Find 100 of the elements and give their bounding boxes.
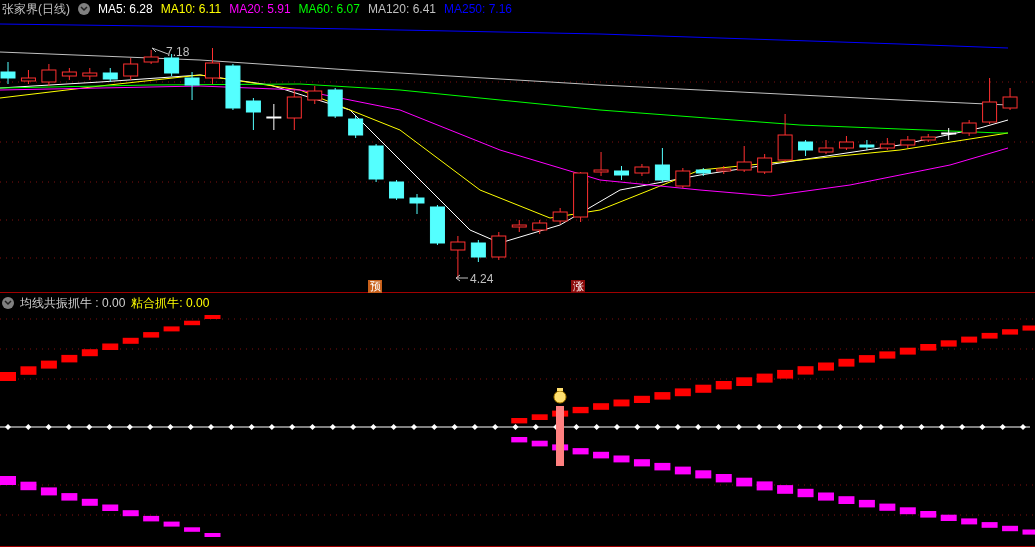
histogram-bar [163, 326, 180, 332]
candlestick [941, 127, 957, 141]
candlestick [573, 171, 589, 223]
candlestick [838, 135, 854, 151]
histogram-bar [143, 332, 160, 338]
histogram-bar [593, 451, 610, 459]
candlestick [102, 67, 118, 83]
dropdown-icon[interactable] [78, 3, 90, 15]
candlestick [348, 115, 364, 139]
histogram-bar [838, 358, 855, 367]
candlestick [389, 179, 405, 201]
histogram-bar [572, 448, 589, 455]
candlestick [368, 143, 384, 183]
candlestick [286, 89, 302, 131]
histogram-bar [184, 320, 201, 326]
histogram-bar [613, 399, 630, 407]
histogram-bar [797, 488, 814, 498]
candlestick [879, 137, 895, 151]
histogram-bar [143, 515, 160, 522]
histogram-bar [940, 514, 957, 521]
candlestick [225, 63, 241, 111]
moving-average-value: MA250: 7.16 [444, 3, 513, 15]
histogram-bar [1022, 325, 1035, 331]
histogram-bar [777, 369, 794, 379]
price-label: 4.24 [470, 272, 494, 286]
histogram-bar [204, 315, 221, 319]
histogram-bar [920, 511, 937, 518]
candlestick [818, 139, 834, 155]
price-label: 7.18 [166, 45, 190, 59]
histogram-bar [899, 507, 916, 515]
histogram-bar [695, 384, 712, 393]
signal-badge: 涨 [571, 280, 585, 293]
histogram-bar [940, 340, 957, 347]
histogram-bar [122, 510, 139, 517]
histogram-bar [61, 493, 78, 501]
histogram-bar [1002, 329, 1019, 335]
histogram-bar [81, 349, 98, 357]
histogram-bar [838, 496, 855, 504]
histogram-bar [81, 498, 98, 506]
histogram-bar [961, 336, 978, 343]
candlestick [20, 69, 36, 85]
candlestick [593, 151, 609, 177]
histogram-bar [654, 392, 671, 400]
histogram-bar [531, 440, 548, 447]
candlestick [491, 231, 507, 261]
histogram-bar [633, 395, 650, 403]
histogram-bar [20, 481, 37, 491]
histogram-bar [736, 477, 753, 487]
candlestick [409, 193, 425, 215]
histogram-bar [531, 414, 548, 420]
candlestick [184, 71, 200, 101]
candlestick [266, 103, 282, 131]
histogram-bar [818, 362, 834, 371]
leader-line [455, 274, 469, 282]
candlestick [675, 167, 691, 189]
moving-average-value: MA5: 6.28 [98, 3, 153, 15]
candlestick [695, 167, 711, 177]
histogram-bar [695, 470, 712, 479]
histogram-bar [961, 518, 978, 525]
indicator-value: 均线共振抓牛 : 0.00 [20, 297, 126, 309]
candlestick [982, 77, 998, 125]
dropdown-icon[interactable] [2, 297, 14, 309]
histogram-bar [184, 527, 201, 532]
histogram-bar [736, 377, 753, 386]
money-bag-icon [553, 388, 567, 404]
histogram-bar [879, 503, 896, 511]
candlestick [61, 67, 77, 81]
candlestick [736, 145, 752, 173]
histogram-bar [102, 343, 119, 350]
candlestick [634, 163, 650, 177]
histogram-bar [163, 521, 180, 527]
candlestick [614, 165, 629, 181]
candlestick [900, 135, 916, 149]
histogram-bar [1022, 529, 1035, 535]
candlestick [532, 219, 548, 235]
candlestick [41, 63, 57, 87]
histogram-bar [0, 372, 16, 381]
candlestick [143, 49, 159, 65]
histogram-bar [204, 533, 221, 537]
histogram-bar [674, 388, 691, 397]
moving-average-value: MA20: 5.91 [229, 3, 291, 15]
histogram-bar [777, 485, 794, 494]
candlestick [920, 133, 936, 143]
candlestick [511, 219, 527, 233]
histogram-bar [981, 332, 998, 339]
moving-average-value: MA60: 6.07 [298, 3, 360, 15]
histogram-bar [593, 403, 610, 410]
candlestick [798, 139, 814, 157]
histogram-bar [572, 406, 589, 414]
candlestick [205, 47, 220, 85]
histogram-bar [715, 474, 732, 483]
histogram-bar [0, 476, 16, 485]
candlestick [716, 165, 732, 175]
histogram-bar [61, 354, 78, 363]
histogram-bar [511, 437, 528, 443]
candlestick [429, 204, 445, 246]
candlestick [470, 239, 486, 263]
histogram-bar [818, 492, 834, 501]
candlestick [961, 119, 977, 137]
candlestick [82, 67, 98, 81]
